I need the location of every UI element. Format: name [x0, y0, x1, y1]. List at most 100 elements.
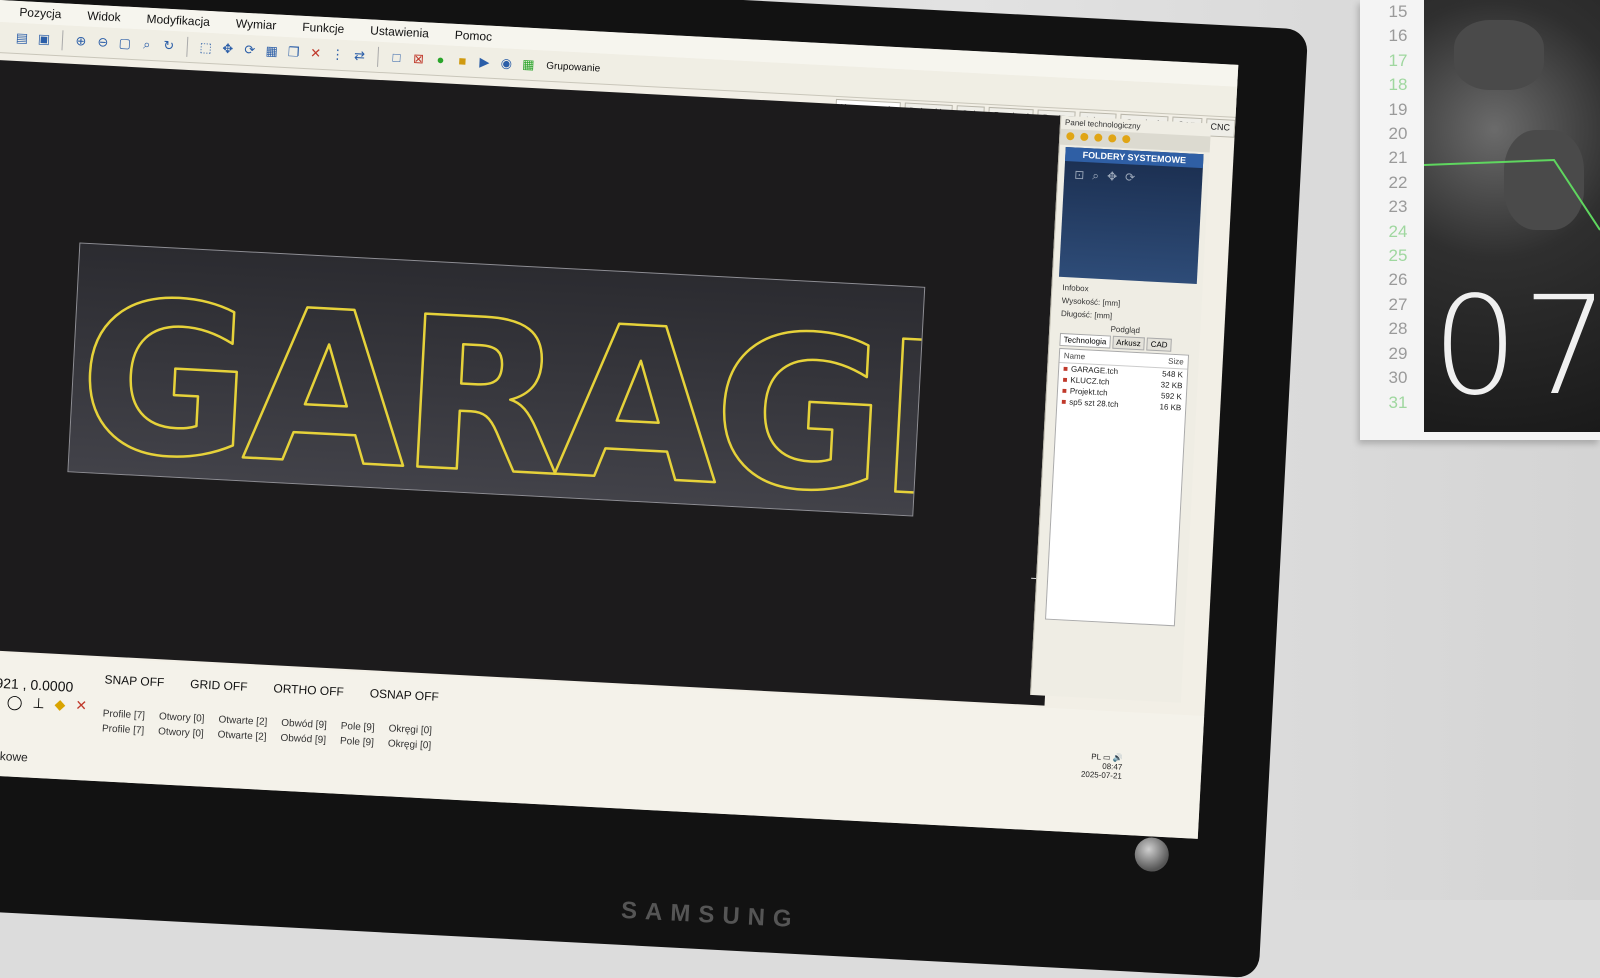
clear-icon[interactable]: ⊠ — [410, 51, 427, 68]
osnap-toggle[interactable]: OSNAP OFF — [369, 686, 439, 704]
calendar-day: 18 — [1388, 75, 1408, 95]
break-icon[interactable]: ⋮ — [329, 46, 346, 63]
pan-icon[interactable]: ✥ — [1107, 169, 1118, 185]
count-otwarte: Otwarte [2] — [218, 714, 268, 728]
array-icon[interactable]: ▦ — [263, 43, 280, 60]
calendar-day: 30 — [1388, 368, 1408, 388]
count-otwory: Otwory [0] — [158, 711, 205, 725]
save-icon[interactable]: ▣ — [36, 31, 53, 48]
count-profile: Profile [7] — [101, 723, 145, 737]
power-button[interactable] — [1133, 836, 1170, 873]
perpendicular-snap-icon[interactable]: ⊥ — [32, 695, 45, 713]
tab-cad[interactable]: CAD — [1146, 337, 1172, 352]
system-folders-view: FOLDERY SYSTEMOWE ⊡ ⌕ ✥ ⟳ — [1058, 146, 1204, 285]
tab-arkusz-panel[interactable]: Arkusz — [1111, 335, 1146, 351]
grouping-icon[interactable]: ▦ — [520, 56, 537, 73]
drawing-canvas[interactable]: GARAGE — [0, 59, 1076, 706]
refresh-icon[interactable]: ↻ — [160, 37, 177, 54]
delete-icon[interactable]: ✕ — [307, 45, 324, 62]
mirror-icon[interactable]: ⇄ — [351, 47, 368, 64]
clock-date: 2025-07-21 — [1080, 769, 1123, 781]
screen: Pozycja Widok Modyfikacja Wymiar Funkcje… — [0, 0, 1239, 839]
panel-tool-icon[interactable] — [1122, 134, 1131, 144]
calendar-day: 31 — [1388, 392, 1408, 412]
panel-tool-icon[interactable] — [1108, 134, 1117, 143]
rotate-icon[interactable]: ⟳ — [1125, 170, 1136, 186]
garage-outline: GARAGE — [72, 253, 924, 516]
clear-snap-icon[interactable]: ✕ — [75, 697, 88, 715]
rectangle-icon[interactable]: □ — [388, 49, 405, 66]
record-icon[interactable]: ◉ — [498, 55, 515, 72]
snap-toggle[interactable]: SNAP OFF — [104, 672, 164, 689]
zoom-all-icon[interactable]: ⌕ — [138, 36, 155, 53]
calendar-month: 07 — [1432, 268, 1600, 426]
start-icon[interactable]: ● — [432, 52, 449, 69]
tab-technologia[interactable]: Technologia — [1059, 332, 1111, 349]
ortho-toggle[interactable]: ORTHO OFF — [273, 681, 344, 699]
calendar-day: 20 — [1388, 124, 1408, 144]
menu-item-pozycja[interactable]: Pozycja — [19, 5, 62, 21]
open-folder-icon[interactable]: ▤ — [14, 30, 31, 47]
count-okregi: Okręgi [0] — [387, 738, 432, 752]
circle-snap-icon[interactable]: ◯ — [6, 693, 22, 711]
file-icon: ■ — [1061, 386, 1068, 396]
count-obwod: Obwód [9] — [280, 732, 327, 747]
file-name-text: Projekt.tch — [1069, 386, 1108, 398]
svg-text:GARAGE: GARAGE — [73, 254, 924, 516]
file-list: Name Size ■ GARAGE.tch 548 K ■ KLUCZ.tch 3… — [1045, 347, 1190, 627]
menu-item-wymiar[interactable]: Wymiar — [235, 16, 276, 32]
file-name: ■ sp5 szt 28.tch — [1061, 397, 1119, 409]
count-otwory: Otwory [0] — [157, 726, 204, 740]
rotate-icon[interactable]: ⟳ — [241, 42, 258, 59]
calendar-day: 21 — [1388, 148, 1408, 168]
calendar-day: 25 — [1388, 246, 1408, 266]
play-icon[interactable]: ▶ — [476, 54, 493, 71]
menu-item-modyfikacja[interactable]: Modyfikacja — [146, 12, 210, 29]
calendar-day: 27 — [1388, 294, 1408, 314]
file-size: 32 KB — [1160, 380, 1183, 391]
select-icon[interactable]: ⬚ — [197, 39, 214, 56]
menu-item-pomoc[interactable]: Pomoc — [454, 28, 492, 44]
calendar-day: 19 — [1388, 99, 1408, 119]
file-icon: ■ — [1061, 397, 1067, 407]
file-icon: ■ — [1062, 364, 1069, 374]
count-pole: Pole [9] — [339, 735, 375, 749]
calendar-day: 23 — [1388, 197, 1408, 217]
zoom-icon[interactable]: ⌕ — [1092, 168, 1099, 183]
file-size: 548 K — [1161, 369, 1184, 380]
panel-tool-icon[interactable] — [1080, 132, 1089, 142]
file-size: 592 K — [1160, 391, 1183, 402]
menu-item-widok[interactable]: Widok — [87, 9, 121, 25]
file-icon: ■ — [1062, 375, 1068, 385]
zoom-window-icon[interactable]: ⊡ — [1074, 167, 1085, 183]
column-size[interactable]: Size — [1168, 357, 1184, 367]
copy-icon[interactable]: ❐ — [285, 44, 302, 61]
menu-item-ustawienia[interactable]: Ustawienia — [370, 23, 429, 40]
move-icon[interactable]: ✥ — [219, 41, 236, 58]
geometry-counts: Profile [7] Otwory [0] Otwarte [2] Obwód… — [101, 708, 433, 755]
calendar-day: 17 — [1388, 50, 1408, 70]
column-name[interactable]: Name — [1064, 351, 1086, 361]
snap-tools: ⟋ ⊙ ◯ ⊥ ◆ ✕ — [0, 691, 88, 715]
count-obwod: Obwód [9] — [280, 717, 328, 732]
grouping-label[interactable]: Grupowanie — [546, 60, 600, 74]
language-indicator[interactable]: PL — [1091, 752, 1101, 761]
zoom-in-icon[interactable]: ⊕ — [73, 33, 90, 50]
calendar-photo: 07 — [1424, 0, 1600, 432]
network-icon[interactable]: ▭ — [1103, 753, 1111, 762]
midpoint-snap-icon[interactable]: ◆ — [54, 696, 66, 714]
zoom-out-icon[interactable]: ⊖ — [95, 34, 112, 51]
menu-item-funkcje[interactable]: Funkcje — [302, 20, 345, 36]
panel-tool-icon[interactable] — [1094, 133, 1103, 142]
calendar-day: 24 — [1388, 221, 1408, 241]
panel-tool-icon[interactable] — [1066, 131, 1075, 141]
calendar-day: 22 — [1388, 172, 1408, 192]
technology-panel: Panel technologiczny FOLDERY SYSTEMOWE ⊡… — [1030, 115, 1212, 703]
grid-toggle[interactable]: GRID OFF — [190, 677, 248, 694]
monitor-brand-logo: SAMSUNG — [620, 896, 801, 934]
extra-options-label[interactable]: y dodatkowe — [0, 747, 28, 765]
stop-icon[interactable]: ■ — [454, 53, 471, 70]
zoom-window-icon[interactable]: ▢ — [116, 35, 133, 52]
toolbar-separator — [377, 46, 380, 67]
sheet-plate: GARAGE — [67, 242, 926, 517]
